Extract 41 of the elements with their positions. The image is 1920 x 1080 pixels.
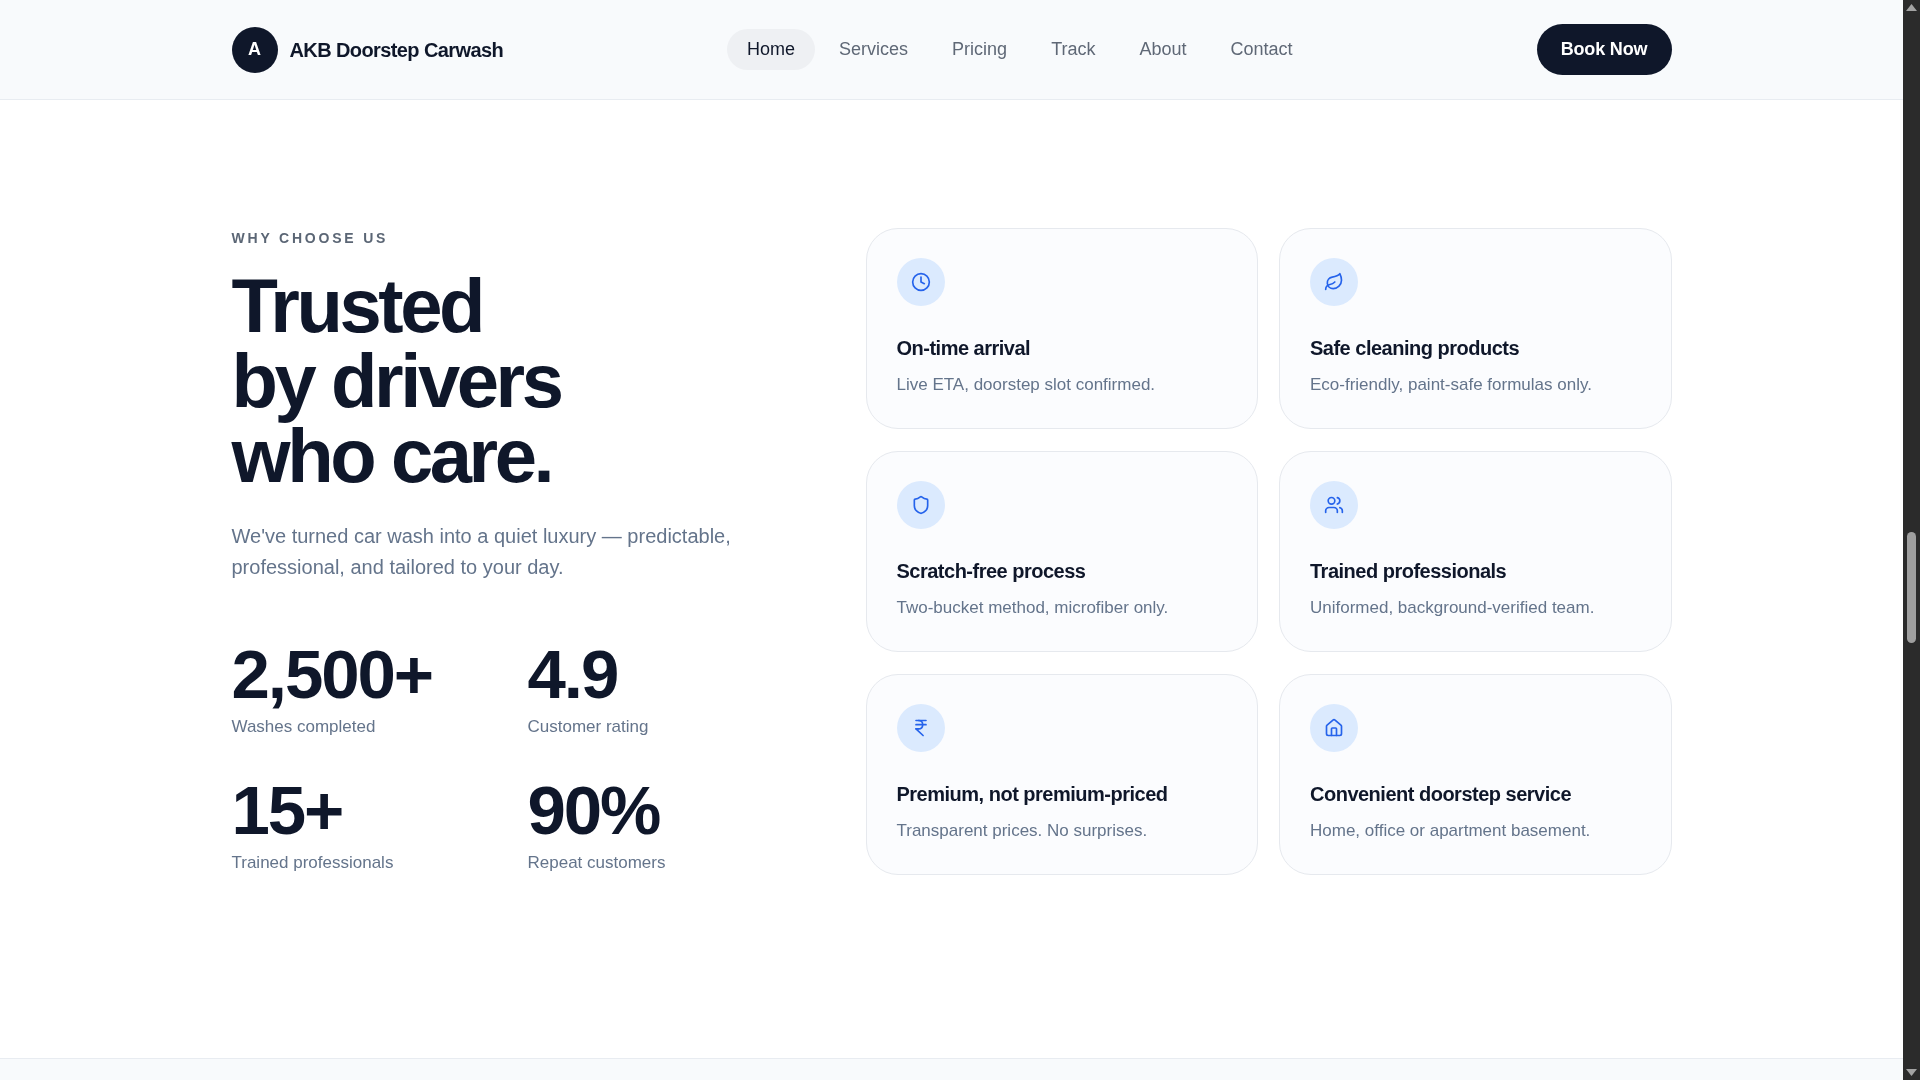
stat-label: Trained professionals: [231, 852, 394, 874]
leaf-icon: [1310, 258, 1358, 306]
stat-value: 4.9: [527, 641, 618, 709]
feature-title: On-time arrival: [896, 336, 1031, 361]
nav-link[interactable]: Contact: [1210, 29, 1313, 70]
shield-icon: [896, 481, 945, 529]
people-icon: [1310, 481, 1358, 529]
feature-description: Uniformed, background-verified team.: [1310, 597, 1595, 619]
feature-title: Safe cleaning products: [1310, 336, 1520, 361]
stat-value: 15+: [231, 777, 343, 845]
section-eyebrow: WHY CHOOSE US: [231, 229, 389, 248]
stat-label: Customer rating: [527, 716, 649, 738]
book-now-button[interactable]: Book Now: [1536, 24, 1672, 75]
feature-description: Eco-friendly, paint-safe formulas only.: [1310, 374, 1592, 396]
nav-link[interactable]: Home: [727, 29, 816, 70]
house-icon: [1310, 704, 1358, 752]
feature-title: Trained professionals: [1310, 559, 1507, 584]
nav-link[interactable]: About: [1119, 29, 1207, 70]
nav-link[interactable]: Track: [1031, 29, 1116, 70]
feature-description: Live ETA, doorstep slot confirmed.: [896, 374, 1156, 396]
stat-label: Repeat customers: [527, 852, 666, 874]
clock-icon: [896, 258, 945, 306]
scrollbar-thumb[interactable]: [1907, 532, 1916, 643]
section-description: We've turned car wash into a quiet luxury — predictable, professional, and tailored to your day.: [231, 524, 732, 580]
feature-description: Two-bucket method, microfiber only.: [896, 597, 1169, 619]
feature-title: Scratch-free process: [896, 559, 1086, 584]
feature-description: Home, office or apartment basement.: [1310, 820, 1591, 842]
feature-title: Premium, not premium-priced: [896, 782, 1168, 807]
brand-name[interactable]: AKB Doorstep Carwash: [289, 34, 504, 65]
feature-title: Convenient doorstep service: [1310, 782, 1572, 807]
section-heading: Trusted by drivers who care.: [231, 268, 561, 493]
stat-label: Washes completed: [231, 716, 376, 738]
scroll-down-icon[interactable]: [1906, 1069, 1917, 1076]
rupee-icon: [896, 704, 945, 752]
logo-mark[interactable]: A: [231, 26, 278, 73]
scroll-up-icon[interactable]: [1906, 4, 1917, 11]
stat-value: 90%: [527, 777, 660, 845]
nav-link[interactable]: Services: [819, 29, 929, 70]
feature-description: Transparent prices. No surprises.: [896, 820, 1148, 842]
nav-link[interactable]: Pricing: [932, 29, 1028, 70]
stat-value: 2,500+: [231, 641, 433, 709]
